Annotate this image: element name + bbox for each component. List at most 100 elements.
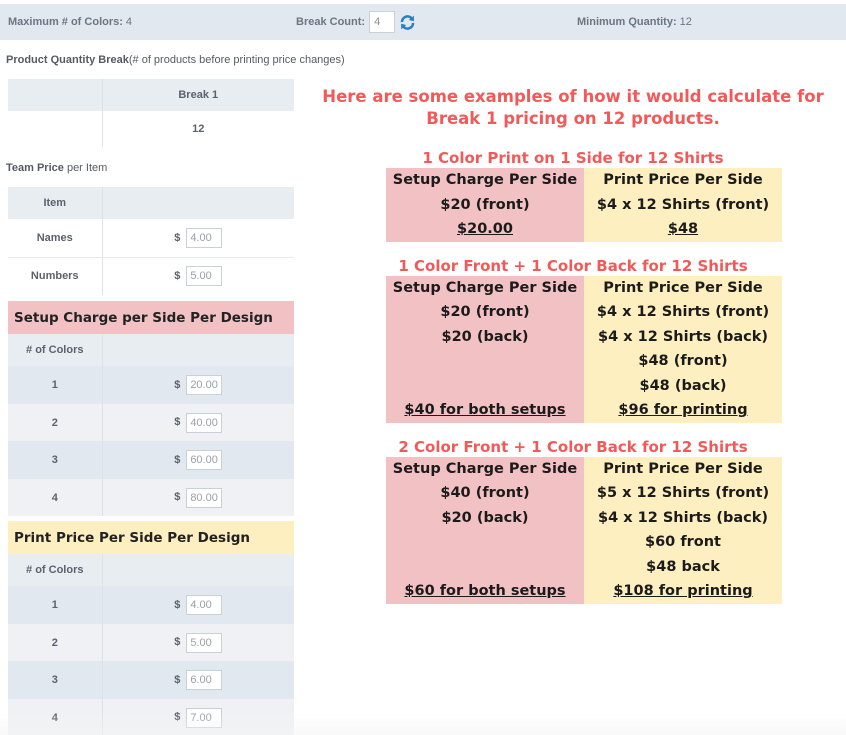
refresh-icon[interactable] (399, 14, 416, 31)
setup-line: $20 (back) (441, 509, 529, 526)
colors-header: # of Colors (8, 554, 103, 586)
currency-symbol: $ (174, 270, 181, 283)
example-2-print: Print Price Per Side $4 x 12 Shirts (fro… (584, 275, 782, 423)
header-cell-empty (102, 334, 294, 366)
example-1-print: Print Price Per Side $4 x 12 Shirts (fro… (584, 168, 782, 242)
print-line: $4 x 12 Shirts (back) (597, 328, 768, 345)
max-colors-label: Maximum # of Colors: (8, 16, 123, 28)
table-row: 12 (8, 111, 294, 147)
row-label-empty (8, 111, 103, 147)
print-header: Print Price Per Side (603, 279, 763, 296)
break-value: 12 (102, 111, 294, 147)
setup-charge-table: # of Colors 1 $ 2 $ 3 $ 4 $ (8, 334, 294, 516)
print-header: Print Price Per Side (603, 172, 763, 188)
print-header: Print Price Per Side (603, 460, 763, 477)
currency-symbol: $ (174, 711, 181, 724)
table-row: 3 $ (8, 661, 294, 699)
example-3-setup: Setup Charge Per Side $40 (front) $20 (b… (386, 456, 584, 604)
currency-symbol: $ (174, 636, 181, 649)
numbers-price-input[interactable] (186, 266, 223, 287)
print-price-4-input[interactable] (186, 707, 223, 728)
row-label: Names (8, 219, 103, 258)
team-price-table: Item Names $ Numbers $ (8, 187, 294, 295)
setup-header: Setup Charge Per Side (392, 460, 578, 477)
print-total: $48 (667, 221, 699, 237)
price-cell: $ (102, 624, 294, 661)
currency-symbol: $ (174, 673, 181, 686)
setup-charge-1-input[interactable] (186, 375, 223, 395)
team-price-caption-bold: Team Price (6, 162, 64, 174)
print-line: $48 back (646, 558, 720, 575)
print-price-title: Print Price Per Side Per Design (8, 521, 294, 554)
table-row: 3 $ (8, 441, 294, 479)
price-cell: $ (102, 699, 294, 735)
example-2-title: 1 Color Front + 1 Color Back for 12 Shir… (398, 256, 748, 275)
table-header-row: # of Colors (8, 554, 294, 586)
setup-total: $20.00 (457, 221, 513, 237)
min-quantity: Minimum Quantity: 12 (577, 4, 692, 40)
row-label: 2 (8, 404, 103, 441)
setup-line: $20 (back) (441, 328, 529, 345)
currency-symbol: $ (174, 231, 181, 244)
example-3-box: Setup Charge Per Side $40 (front) $20 (b… (386, 456, 782, 604)
item-header: Item (8, 187, 103, 219)
setup-total: $40 for both setups (404, 402, 566, 418)
table-row: 1 $ (8, 366, 294, 404)
row-label: 1 (8, 586, 103, 624)
currency-symbol: $ (174, 416, 181, 429)
price-cell: $ (102, 586, 294, 624)
table-header-row: # of Colors (8, 334, 294, 366)
print-line: $4 x 12 Shirts (front) (596, 304, 770, 320)
print-price-table: # of Colors 1 $ 2 $ 3 $ 4 $ (8, 554, 294, 735)
examples-intro-line1: Here are some examples of how it would c… (322, 87, 824, 106)
row-label: 2 (8, 624, 103, 661)
table-row: 2 $ (8, 624, 294, 661)
examples-intro-line2: Break 1 pricing on 12 products. (426, 109, 720, 128)
settings-bar: Maximum # of Colors: 4 Break Count: Mini… (0, 4, 846, 40)
break-count-input[interactable] (369, 11, 396, 33)
table-row: Names $ (8, 219, 294, 258)
print-price-1-input[interactable] (186, 595, 223, 615)
example-1-box: Setup Charge Per Side $20 (front) $20.00… (386, 168, 782, 242)
quantity-break-caption: Product Quantity Break(# of products bef… (6, 54, 345, 66)
setup-line: $40 (front) (440, 485, 530, 501)
print-price-3-input[interactable] (186, 670, 223, 690)
currency-symbol: $ (174, 598, 181, 611)
row-label: 3 (8, 441, 103, 479)
names-price-input[interactable] (186, 227, 223, 248)
row-label: 4 (8, 479, 103, 516)
example-2-box: Setup Charge Per Side $20 (front) $20 (b… (386, 275, 782, 423)
example-3-title: 2 Color Front + 1 Color Back for 12 Shir… (398, 437, 748, 456)
team-price-caption: Team Price per Item (6, 162, 107, 174)
row-label: 3 (8, 661, 103, 699)
setup-charge-4-input[interactable] (186, 487, 223, 508)
print-line: $48 (back) (639, 377, 727, 394)
example-2-setup: Setup Charge Per Side $20 (front) $20 (b… (386, 275, 584, 423)
setup-charge-3-input[interactable] (186, 450, 223, 470)
colors-header: # of Colors (8, 334, 103, 366)
break-count: Break Count: (296, 4, 416, 40)
example-3-print: Print Price Per Side $5 x 12 Shirts (fro… (584, 456, 782, 604)
setup-charge-2-input[interactable] (186, 412, 223, 433)
price-cell: $ (102, 366, 294, 404)
setup-charge-title: Setup Charge per Side Per Design (8, 301, 294, 334)
setup-line: $20 (front) (440, 196, 530, 213)
price-cell: $ (102, 441, 294, 479)
print-price-2-input[interactable] (186, 632, 223, 653)
print-total: $108 for printing (613, 583, 753, 599)
row-label: Numbers (8, 257, 103, 295)
example-1-setup: Setup Charge Per Side $20 (front) $20.00 (386, 168, 584, 242)
print-line: $4 x 12 Shirts (back) (597, 509, 768, 526)
break-header: Break 1 (102, 79, 294, 111)
price-cell: $ (102, 257, 294, 295)
header-cell-empty (8, 79, 103, 111)
setup-header: Setup Charge Per Side (392, 279, 578, 296)
table-row: 4 $ (8, 479, 294, 516)
row-label: 1 (8, 366, 103, 404)
header-cell-empty (102, 187, 294, 219)
price-cell: $ (102, 479, 294, 516)
price-cell: $ (102, 219, 294, 258)
price-cell: $ (102, 404, 294, 441)
row-label: 4 (8, 699, 103, 735)
